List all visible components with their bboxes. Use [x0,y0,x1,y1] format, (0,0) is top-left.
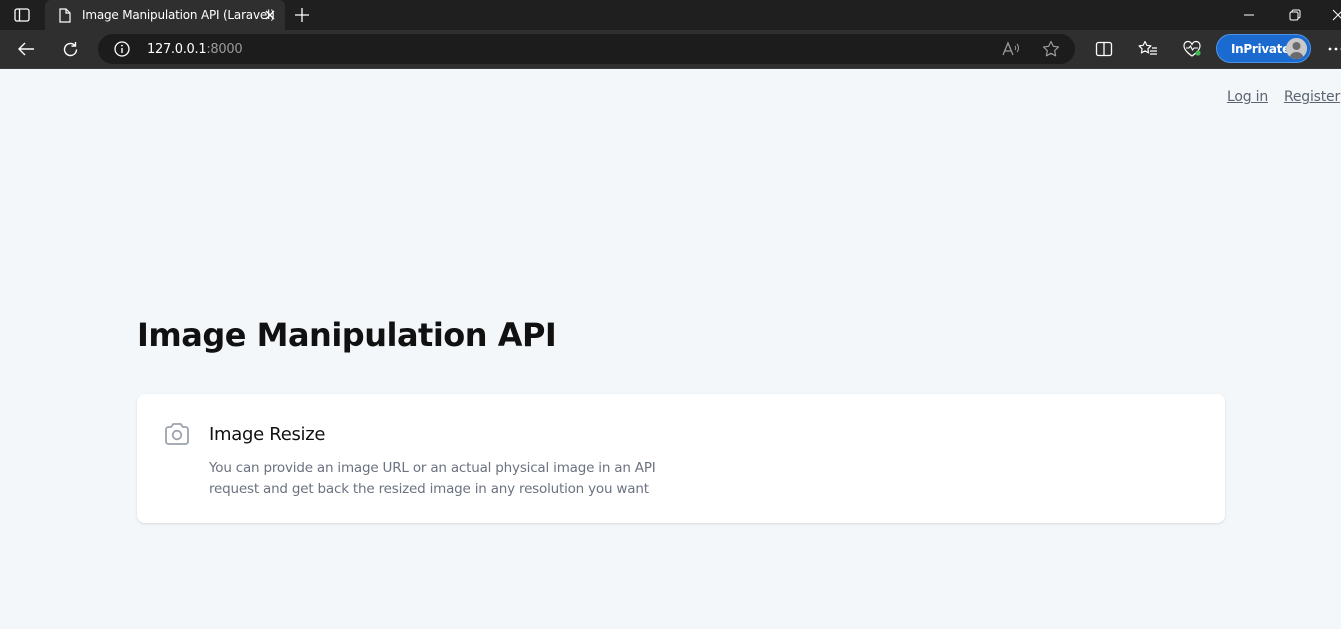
restore-icon[interactable] [1285,5,1305,25]
browser-essentials-icon[interactable] [1182,39,1202,59]
inprivate-label: InPrivate [1231,42,1290,56]
page-icon [58,7,72,23]
minimize-icon[interactable] [1239,5,1259,25]
feature-card: Image Resize You can provide an image UR… [137,394,1225,523]
register-link[interactable]: Register [1284,89,1340,105]
new-tab-icon[interactable] [292,5,312,25]
close-window-icon[interactable] [1328,5,1341,25]
tab-actions-icon[interactable] [10,6,34,24]
read-aloud-icon[interactable] [1002,41,1020,57]
favorites-icon[interactable] [1138,39,1158,59]
avatar [1286,38,1307,59]
refresh-icon[interactable] [60,39,80,59]
address-bar[interactable]: 127.0.0.1:8000 [98,34,1075,64]
tab-title: Image Manipulation API (Laravel) [82,8,275,22]
url-text[interactable]: 127.0.0.1:8000 [147,42,243,57]
browser-tab[interactable]: Image Manipulation API (Laravel) [45,0,285,30]
split-screen-icon[interactable] [1094,39,1114,59]
feature-title: Image Resize [209,424,326,445]
login-link[interactable]: Log in [1227,89,1268,105]
back-icon[interactable] [16,39,36,59]
more-options-icon[interactable] [1326,39,1341,59]
feature-description: You can provide an image URL or an actua… [209,460,656,497]
url-host: 127.0.0.1 [147,42,207,57]
browser-toolbar: 127.0.0.1:8000 InPrivate [0,30,1341,69]
favorite-star-icon[interactable] [1042,40,1060,58]
browser-titlebar: Image Manipulation API (Laravel) [0,0,1341,30]
camera-icon [162,419,192,449]
url-port: :8000 [206,42,243,57]
page-title: Image Manipulation API [137,316,557,354]
site-info-icon[interactable] [114,41,130,57]
close-tab-icon[interactable] [263,8,277,22]
inprivate-button[interactable]: InPrivate [1216,34,1311,63]
